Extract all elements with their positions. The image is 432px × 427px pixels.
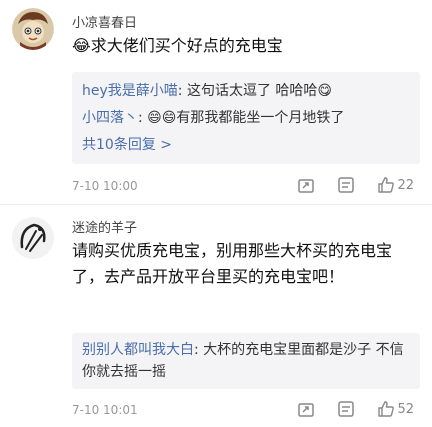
share-icon: [298, 179, 315, 193]
more-replies-link[interactable]: 共10条回复 >: [82, 132, 410, 159]
comment-icon: [338, 401, 355, 417]
comment-time: 7-10 10:00: [72, 179, 138, 193]
reply-username[interactable]: 小四落丶: [82, 110, 138, 126]
avatar[interactable]: [12, 8, 54, 50]
comment-actions: 52: [275, 400, 414, 418]
reply-line[interactable]: 小四落丶: 😄😄有那我都能坐一个月地铁了: [82, 105, 410, 132]
avatar[interactable]: [12, 217, 54, 259]
reply-box[interactable]: 别别人都叫我大白: 大杯的充电宝里面都是沙子 不信你就去摇一摇: [72, 333, 420, 389]
share-button[interactable]: [297, 176, 315, 194]
thumbs-up-icon: [378, 177, 395, 193]
like-button[interactable]: 52: [377, 400, 414, 418]
reply-username[interactable]: 别别人都叫我大白: [82, 342, 194, 358]
comment-time: 7-10 10:01: [72, 403, 138, 417]
comment-icon: [338, 177, 355, 193]
share-button[interactable]: [297, 400, 315, 418]
reply-text: : 这句话太逗了 哈哈哈😋: [177, 83, 332, 99]
thumbs-up-icon: [378, 401, 395, 417]
comment-text: 😂求大佬们买个好点的充电宝: [72, 36, 283, 55]
share-icon: [298, 403, 315, 417]
comment-item: 迷途的羊子 请购买优质充电宝，别用那些大杯买的充电宝了，去产品开放平台里买的充电…: [0, 205, 432, 427]
reply-username[interactable]: hey我是薛小喵: [82, 83, 178, 99]
reply-line[interactable]: hey我是薛小喵: 这句话太逗了 哈哈哈😋: [82, 78, 410, 105]
like-count: 22: [397, 177, 414, 193]
reply-line[interactable]: 别别人都叫我大白: 大杯的充电宝里面都是沙子 不信你就去摇一摇: [82, 339, 410, 383]
username[interactable]: 小凉喜春日: [72, 12, 137, 31]
reply-box[interactable]: hey我是薛小喵: 这句话太逗了 哈哈哈😋 小四落丶: 😄😄有那我都能坐一个月地…: [72, 72, 420, 164]
comment-text: 请购买优质充电宝，别用那些大杯买的充电宝了，去产品开放平台里买的充电宝吧！: [72, 241, 393, 286]
avatar-image: [12, 8, 54, 50]
avatar-image: [12, 217, 54, 259]
comment-button[interactable]: [337, 176, 355, 194]
comment-button[interactable]: [337, 400, 355, 418]
comment-item: 小凉喜春日 😂求大佬们买个好点的充电宝 hey我是薛小喵: 这句话太逗了 哈哈哈…: [0, 0, 432, 198]
like-count: 52: [397, 401, 414, 417]
username[interactable]: 迷途的羊子: [72, 217, 137, 236]
comment-actions: 22: [275, 176, 414, 194]
reply-text: : 😄😄有那我都能坐一个月地铁了: [138, 110, 345, 126]
like-button[interactable]: 22: [377, 176, 414, 194]
